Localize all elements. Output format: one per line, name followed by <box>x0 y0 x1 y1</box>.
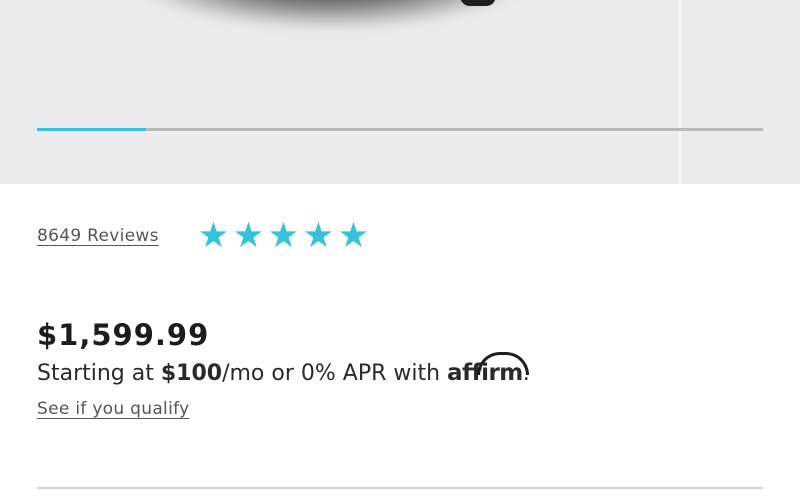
financing-prefix: Starting at <box>37 361 161 386</box>
gallery-progress-fill <box>37 128 146 131</box>
financing-amount: $100 <box>160 361 223 386</box>
star-icon: ★ <box>267 216 300 256</box>
gallery-progress-bar <box>37 128 763 131</box>
star-rating: ★ ★ ★ ★ ★ <box>196 218 371 254</box>
affirm-arc-icon <box>477 352 530 375</box>
star-icon: ★ <box>302 216 335 256</box>
financing-suffix: /mo or 0% APR with <box>222 361 448 386</box>
product-price: $1,599.99 <box>37 318 210 352</box>
section-divider <box>37 487 763 489</box>
star-icon: ★ <box>197 216 230 256</box>
affirm-logo: affirm <box>447 352 530 386</box>
product-image-gallery[interactable] <box>0 0 800 184</box>
financing-text: Starting at $100/mo or 0% APR with affir… <box>37 352 530 386</box>
next-gallery-slide[interactable] <box>679 0 800 184</box>
see-if-you-qualify-link[interactable]: See if you qualify <box>37 399 189 419</box>
star-icon: ★ <box>337 216 370 256</box>
reviews-link[interactable]: 8649 Reviews <box>37 226 159 246</box>
star-icon: ★ <box>232 216 265 256</box>
